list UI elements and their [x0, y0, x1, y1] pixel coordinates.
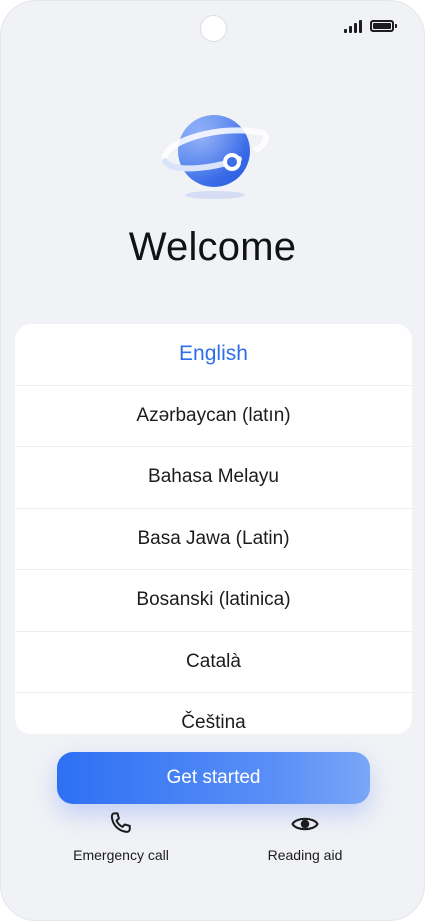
- language-option-bosnian[interactable]: Bosanski (latinica): [15, 570, 412, 632]
- phone-screen: Welcome English Azərbaycan (latın) Bahas…: [0, 0, 425, 921]
- signal-icon: [344, 19, 362, 33]
- language-option-javanese[interactable]: Basa Jawa (Latin): [15, 509, 412, 570]
- status-bar: [344, 19, 397, 33]
- language-option-czech[interactable]: Čeština: [15, 693, 412, 734]
- eye-icon: [291, 817, 319, 831]
- front-camera: [200, 15, 227, 42]
- language-option-english[interactable]: English: [15, 324, 412, 386]
- language-option-catalan[interactable]: Català: [15, 632, 412, 693]
- battery-icon: [370, 20, 397, 32]
- language-list[interactable]: English Azərbaycan (latın) Bahasa Melayu…: [15, 324, 412, 734]
- language-option-azerbaijani[interactable]: Azərbaycan (latın): [15, 386, 412, 447]
- globe-orbit-icon: [161, 115, 269, 199]
- reading-aid-button[interactable]: Reading aid: [259, 809, 351, 863]
- emergency-call-label: Emergency call: [73, 847, 169, 863]
- reading-aid-label: Reading aid: [267, 847, 343, 863]
- emergency-call-button[interactable]: Emergency call: [69, 809, 173, 863]
- phone-icon: [110, 812, 131, 833]
- page-title: Welcome: [128, 225, 297, 269]
- get-started-button[interactable]: Get started: [57, 752, 370, 804]
- language-option-malay[interactable]: Bahasa Melayu: [15, 447, 412, 509]
